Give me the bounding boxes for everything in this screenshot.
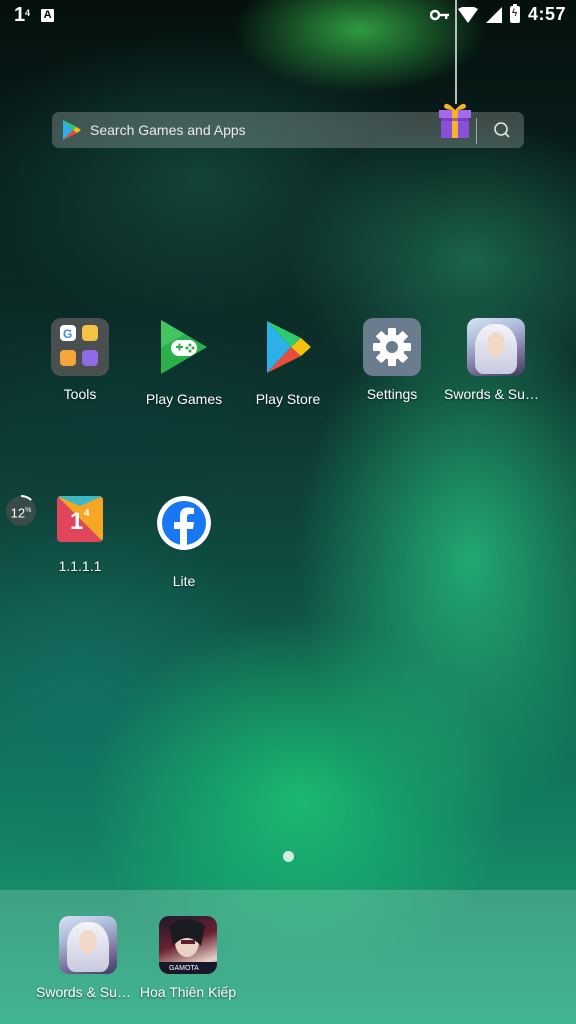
search-divider: [476, 118, 477, 144]
status-bar: 14 A ϟ 4:57: [0, 0, 576, 32]
settings-gear-icon: [363, 318, 421, 376]
dock-app-hoa-thien-kiep[interactable]: GAMOTA Hoa Thiên Kiếp: [136, 916, 240, 1000]
facebook-lite-icon: [157, 496, 211, 550]
app-1111[interactable]: 1 4 1.1.1.1: [28, 496, 132, 574]
cloudflare-1111-icon: 1 4: [57, 496, 103, 542]
app-label: Swords & Sum...: [36, 984, 140, 1000]
app-label: Tools: [63, 386, 97, 402]
app-label: 1.1.1.1: [58, 558, 102, 574]
vpn-key-icon: [429, 9, 449, 20]
dock: Swords & Sum... GAMOTA Hoa Thiên Kiếp: [0, 890, 576, 1024]
clock: 4:57: [527, 4, 566, 24]
app-tools[interactable]: G Tools: [28, 318, 132, 402]
wifi-icon: [457, 6, 478, 23]
battery-charging-icon: ϟ: [509, 4, 520, 23]
swords-summoners-icon: [467, 318, 525, 376]
app-settings[interactable]: Settings: [340, 318, 444, 402]
svg-text:GAMOTA: GAMOTA: [169, 965, 199, 972]
home-screen: 14 A ϟ 4:57 Search Games and Apps G Tool…: [0, 0, 576, 1024]
page-indicator-dot[interactable]: [283, 851, 294, 862]
svg-text:1: 1: [70, 508, 83, 535]
app-label: Play Store: [255, 391, 321, 407]
app-play-store[interactable]: Play Store: [236, 318, 340, 407]
tools-folder-icon: G: [51, 318, 109, 376]
gift-string: [455, 0, 457, 104]
gift-icon[interactable]: [436, 100, 474, 140]
app-facebook-lite[interactable]: Lite: [132, 496, 236, 589]
app-label: Swords & Sum...: [444, 386, 548, 402]
app-play-games[interactable]: Play Games: [132, 318, 236, 407]
app-label: Hoa Thiên Kiếp: [139, 984, 237, 1000]
play-games-icon: [161, 320, 207, 374]
cloudflare-status-icon: 14: [14, 4, 31, 26]
app-label: Settings: [366, 386, 418, 402]
search-placeholder[interactable]: Search Games and Apps: [90, 122, 246, 138]
search-icon[interactable]: [488, 118, 516, 142]
svg-text:4: 4: [84, 508, 90, 519]
app-swords-summoners[interactable]: Swords & Sum...: [444, 318, 548, 402]
signal-icon: [485, 6, 502, 23]
play-store-logo-icon: [63, 120, 81, 140]
play-store-icon: [267, 321, 311, 373]
notification-a-icon: A: [41, 8, 55, 22]
svg-text:G: G: [63, 327, 72, 341]
hoa-thien-kiep-icon: GAMOTA: [159, 916, 217, 974]
dock-app-swords-summoners[interactable]: Swords & Sum...: [36, 916, 140, 1000]
app-label: Play Games: [145, 391, 223, 407]
app-label: Lite: [172, 573, 196, 589]
swords-summoners-icon: [59, 916, 117, 974]
